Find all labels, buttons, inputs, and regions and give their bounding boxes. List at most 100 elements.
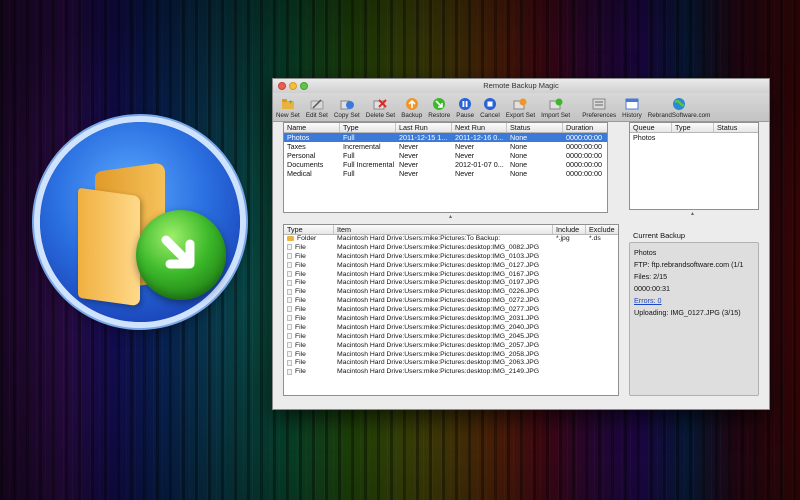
cell-item-type: File [284, 271, 334, 280]
cell-include [553, 244, 586, 253]
col-name[interactable]: Name [284, 123, 340, 132]
new-set-button[interactable]: + New Set [276, 96, 300, 121]
cell-item: Macintosh Hard Drive:Users:mike:Pictures… [337, 350, 540, 358]
col-queue-status[interactable]: Status [714, 123, 758, 132]
cell-include [553, 368, 586, 377]
table-row[interactable]: File Macintosh Hard Drive:Users:mike:Pic… [284, 333, 618, 342]
edit-set-button[interactable]: Edit Set [306, 96, 328, 121]
pause-icon [457, 96, 473, 111]
errors-link[interactable]: Errors: 0 [634, 295, 754, 307]
queue-table[interactable]: Queue Type Status Photos [629, 122, 759, 210]
table-row[interactable]: File Macintosh Hard Drive:Users:mike:Pic… [284, 315, 618, 324]
table-row[interactable]: File Macintosh Hard Drive:Users:mike:Pic… [284, 262, 618, 271]
table-row[interactable]: File Macintosh Hard Drive:Users:mike:Pic… [284, 324, 618, 333]
zoom-window-button[interactable] [300, 82, 308, 90]
col-status[interactable]: Status [507, 123, 563, 132]
title-bar[interactable]: Remote Backup Magic [273, 79, 769, 93]
cell-item-type-text: File [295, 332, 306, 340]
cell-item-type-text: File [295, 261, 306, 269]
table-row[interactable]: File Macintosh Hard Drive:Users:mike:Pic… [284, 279, 618, 288]
cell-item-type-text: File [295, 368, 306, 376]
table-row[interactable]: File Macintosh Hard Drive:Users:mike:Pic… [284, 244, 618, 253]
toolbar: + New Set Edit Set Copy Set Delete Set B… [273, 93, 769, 122]
table-row[interactable]: File Macintosh Hard Drive:Users:mike:Pic… [284, 253, 618, 262]
cell-queue-status [714, 133, 758, 142]
cell-include [553, 288, 586, 297]
file-icon [287, 252, 292, 259]
cell-last-run: Never [399, 142, 419, 151]
cell-item: Macintosh Hard Drive:Users:mike:Pictures… [337, 297, 540, 305]
table-row[interactable]: File Macintosh Hard Drive:Users:mike:Pic… [284, 288, 618, 297]
table-row[interactable]: Medical Full Never Never None 0000:00:00 [284, 169, 607, 178]
cancel-button[interactable]: Cancel [480, 96, 500, 121]
table-row[interactable]: File Macintosh Hard Drive:Users:mike:Pic… [284, 271, 618, 280]
new-set-label: New Set [276, 112, 300, 119]
rebrandsoftware-label: RebrandSoftware.com [647, 112, 711, 119]
table-row[interactable]: File Macintosh Hard Drive:Users:mike:Pic… [284, 351, 618, 360]
cell-item-type: File [284, 315, 334, 324]
table-row[interactable]: File Macintosh Hard Drive:Users:mike:Pic… [284, 342, 618, 351]
col-duration[interactable]: Duration [563, 123, 607, 132]
copy-set-button[interactable]: Copy Set [334, 96, 360, 121]
table-row[interactable]: File Macintosh Hard Drive:Users:mike:Pic… [284, 359, 618, 368]
cell-type: Full [343, 169, 355, 178]
col-item[interactable]: Item [334, 225, 553, 234]
cancel-label: Cancel [480, 112, 500, 119]
cell-item: Macintosh Hard Drive:Users:mike:Pictures… [337, 270, 540, 278]
restore-icon [431, 96, 447, 111]
current-backup-box: Photos FTP: ftp.rebrandsoftware.com (1/1… [629, 242, 759, 396]
col-type[interactable]: Type [340, 123, 396, 132]
set-items-table[interactable]: Type Item Include Exclude Folder Macinto… [283, 224, 619, 396]
cell-include [553, 315, 586, 324]
download-arrow-icon [136, 210, 226, 300]
history-button[interactable]: History [622, 96, 642, 121]
col-queue[interactable]: Queue [630, 123, 672, 132]
table-row[interactable]: Documents Full Incremental Never 2012-01… [284, 160, 607, 169]
pause-button[interactable]: Pause [456, 96, 474, 121]
cell-item: Macintosh Hard Drive:Users:mike:Pictures… [337, 368, 540, 376]
delete-set-button[interactable]: Delete Set [366, 96, 395, 121]
minimize-window-button[interactable] [289, 82, 297, 90]
col-queue-type[interactable]: Type [672, 123, 714, 132]
table-row[interactable]: Photos Full 2011-12-15 1... 2011-12-16 0… [284, 133, 607, 142]
cell-include [553, 324, 586, 333]
cell-name: Taxes [287, 142, 306, 151]
import-set-button[interactable]: Import Set [541, 96, 570, 121]
col-last-run[interactable]: Last Run [396, 123, 452, 132]
close-window-button[interactable] [278, 82, 286, 90]
table-row[interactable]: File Macintosh Hard Drive:Users:mike:Pic… [284, 297, 618, 306]
backup-button[interactable]: Backup [401, 96, 422, 121]
preferences-button[interactable]: Preferences [582, 96, 616, 121]
cell-include [553, 306, 586, 315]
cell-include [553, 359, 586, 368]
sets-splitter-handle[interactable]: ▴ [449, 213, 452, 220]
restore-button[interactable]: Restore [428, 96, 450, 121]
cell-duration: 0000:00:00 [566, 142, 602, 151]
cell-queue: Photos [633, 133, 656, 142]
cell-item-type: File [284, 262, 334, 271]
cell-exclude [586, 324, 618, 333]
col-exclude[interactable]: Exclude [586, 225, 618, 234]
cell-item-type-text: File [295, 297, 306, 305]
file-icon [287, 315, 292, 322]
table-row[interactable]: Taxes Incremental Never Never None 0000:… [284, 142, 607, 151]
cell-name: Personal [287, 151, 316, 160]
backup-sets-table[interactable]: Name Type Last Run Next Run Status Durat… [283, 122, 608, 213]
col-next-run[interactable]: Next Run [452, 123, 507, 132]
rebrandsoftware-link-button[interactable]: RebrandSoftware.com [647, 96, 711, 121]
table-row[interactable]: Photos [630, 133, 758, 142]
cell-item: Macintosh Hard Drive:Users:mike:Pictures… [337, 323, 540, 331]
table-row[interactable]: Personal Full Never Never None 0000:00:0… [284, 151, 607, 160]
cell-item-type-text: File [295, 350, 306, 358]
export-set-button[interactable]: Export Set [506, 96, 535, 121]
cell-item-type: File [284, 359, 334, 368]
queue-splitter-handle[interactable]: ▴ [691, 210, 694, 217]
table-row[interactable]: File Macintosh Hard Drive:Users:mike:Pic… [284, 368, 618, 377]
table-row[interactable]: Folder Macintosh Hard Drive:Users:mike:P… [284, 235, 618, 244]
col-include[interactable]: Include [553, 225, 586, 234]
table-row[interactable]: File Macintosh Hard Drive:Users:mike:Pic… [284, 306, 618, 315]
cell-name: Medical [287, 169, 312, 178]
preferences-label: Preferences [582, 112, 617, 119]
new-set-icon: + [280, 96, 296, 111]
col-item-type[interactable]: Type [284, 225, 334, 234]
